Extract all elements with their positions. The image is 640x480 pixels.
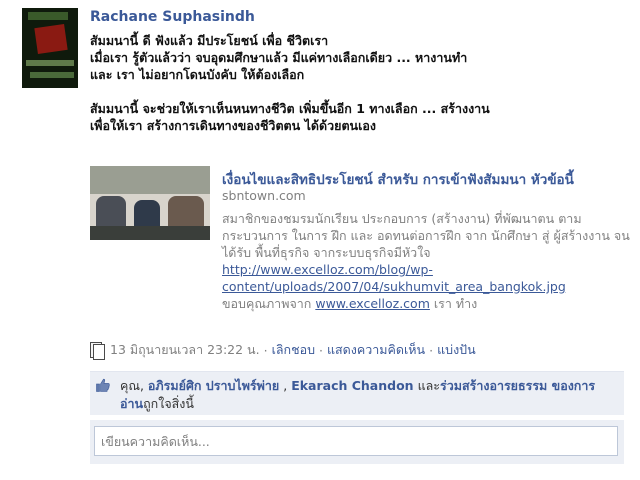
- post-message: สัมมนานี้ ดี ฟังแล้ว มีประโยชน์ เพื่อ ชี…: [90, 33, 490, 133]
- likes-panel: คุณ, อภิรมย์ศิก ปราบไพร์พ่าย , Ekarach C…: [90, 371, 624, 415]
- credit-prefix: ขอบคุณภาพจาก: [222, 296, 312, 311]
- unlike-link[interactable]: เลิกชอบ: [272, 340, 315, 360]
- post-actions: 13 มิถุนายนเวลา 23:22 น. · เลิกชอบ · แสด…: [90, 340, 476, 360]
- share-link[interactable]: แบ่งปัน: [437, 340, 476, 360]
- likes-text: คุณ, อภิรมย์ศิก ปราบไพร์พ่าย , Ekarach C…: [120, 377, 610, 413]
- shared-link-title[interactable]: เงื่อนไขและสิทธิประโยชน์ สำหรับ การเข้าฟ…: [222, 168, 632, 190]
- link-thumbnail[interactable]: [90, 166, 210, 240]
- credit-suffix: เรา ทำง: [433, 296, 478, 311]
- liker-name-2[interactable]: Ekarach Chandon: [291, 378, 413, 393]
- comment-box: [90, 420, 624, 464]
- shared-link-domain: sbntown.com: [222, 188, 306, 203]
- credit-site-link[interactable]: www.excelloz.com: [315, 296, 430, 311]
- comment-link[interactable]: แสดงความคิดเห็น: [327, 340, 425, 360]
- separator: ·: [429, 342, 434, 358]
- post-timestamp[interactable]: 13 มิถุนายนเวลา 23:22 น.: [110, 340, 260, 360]
- like-thumb-icon: [96, 378, 110, 392]
- author-name[interactable]: Rachane Suphasindh: [90, 9, 255, 25]
- shared-link-description: สมาชิกของชมรมนักเรียน ประกอบการ (สร้างงา…: [222, 210, 632, 312]
- likes-and: และ: [417, 378, 440, 393]
- likes-prefix: คุณ,: [120, 378, 144, 393]
- comment-page-icon: [90, 342, 105, 360]
- description-text: สมาชิกของชมรมนักเรียน ประกอบการ (สร้างงา…: [222, 211, 630, 260]
- comment-input[interactable]: [94, 426, 618, 456]
- separator: ·: [263, 342, 268, 358]
- likes-sep: ,: [283, 378, 288, 393]
- liker-name-1[interactable]: อภิรมย์ศิก ปราบไพร์พ่าย: [148, 378, 279, 393]
- likes-suffix: ถูกใจสิ่งนี้: [143, 396, 194, 411]
- image-url-link[interactable]: http://www.excelloz.com/blog/wp-content/…: [222, 262, 566, 294]
- separator: ·: [319, 342, 323, 358]
- author-avatar[interactable]: [22, 8, 78, 88]
